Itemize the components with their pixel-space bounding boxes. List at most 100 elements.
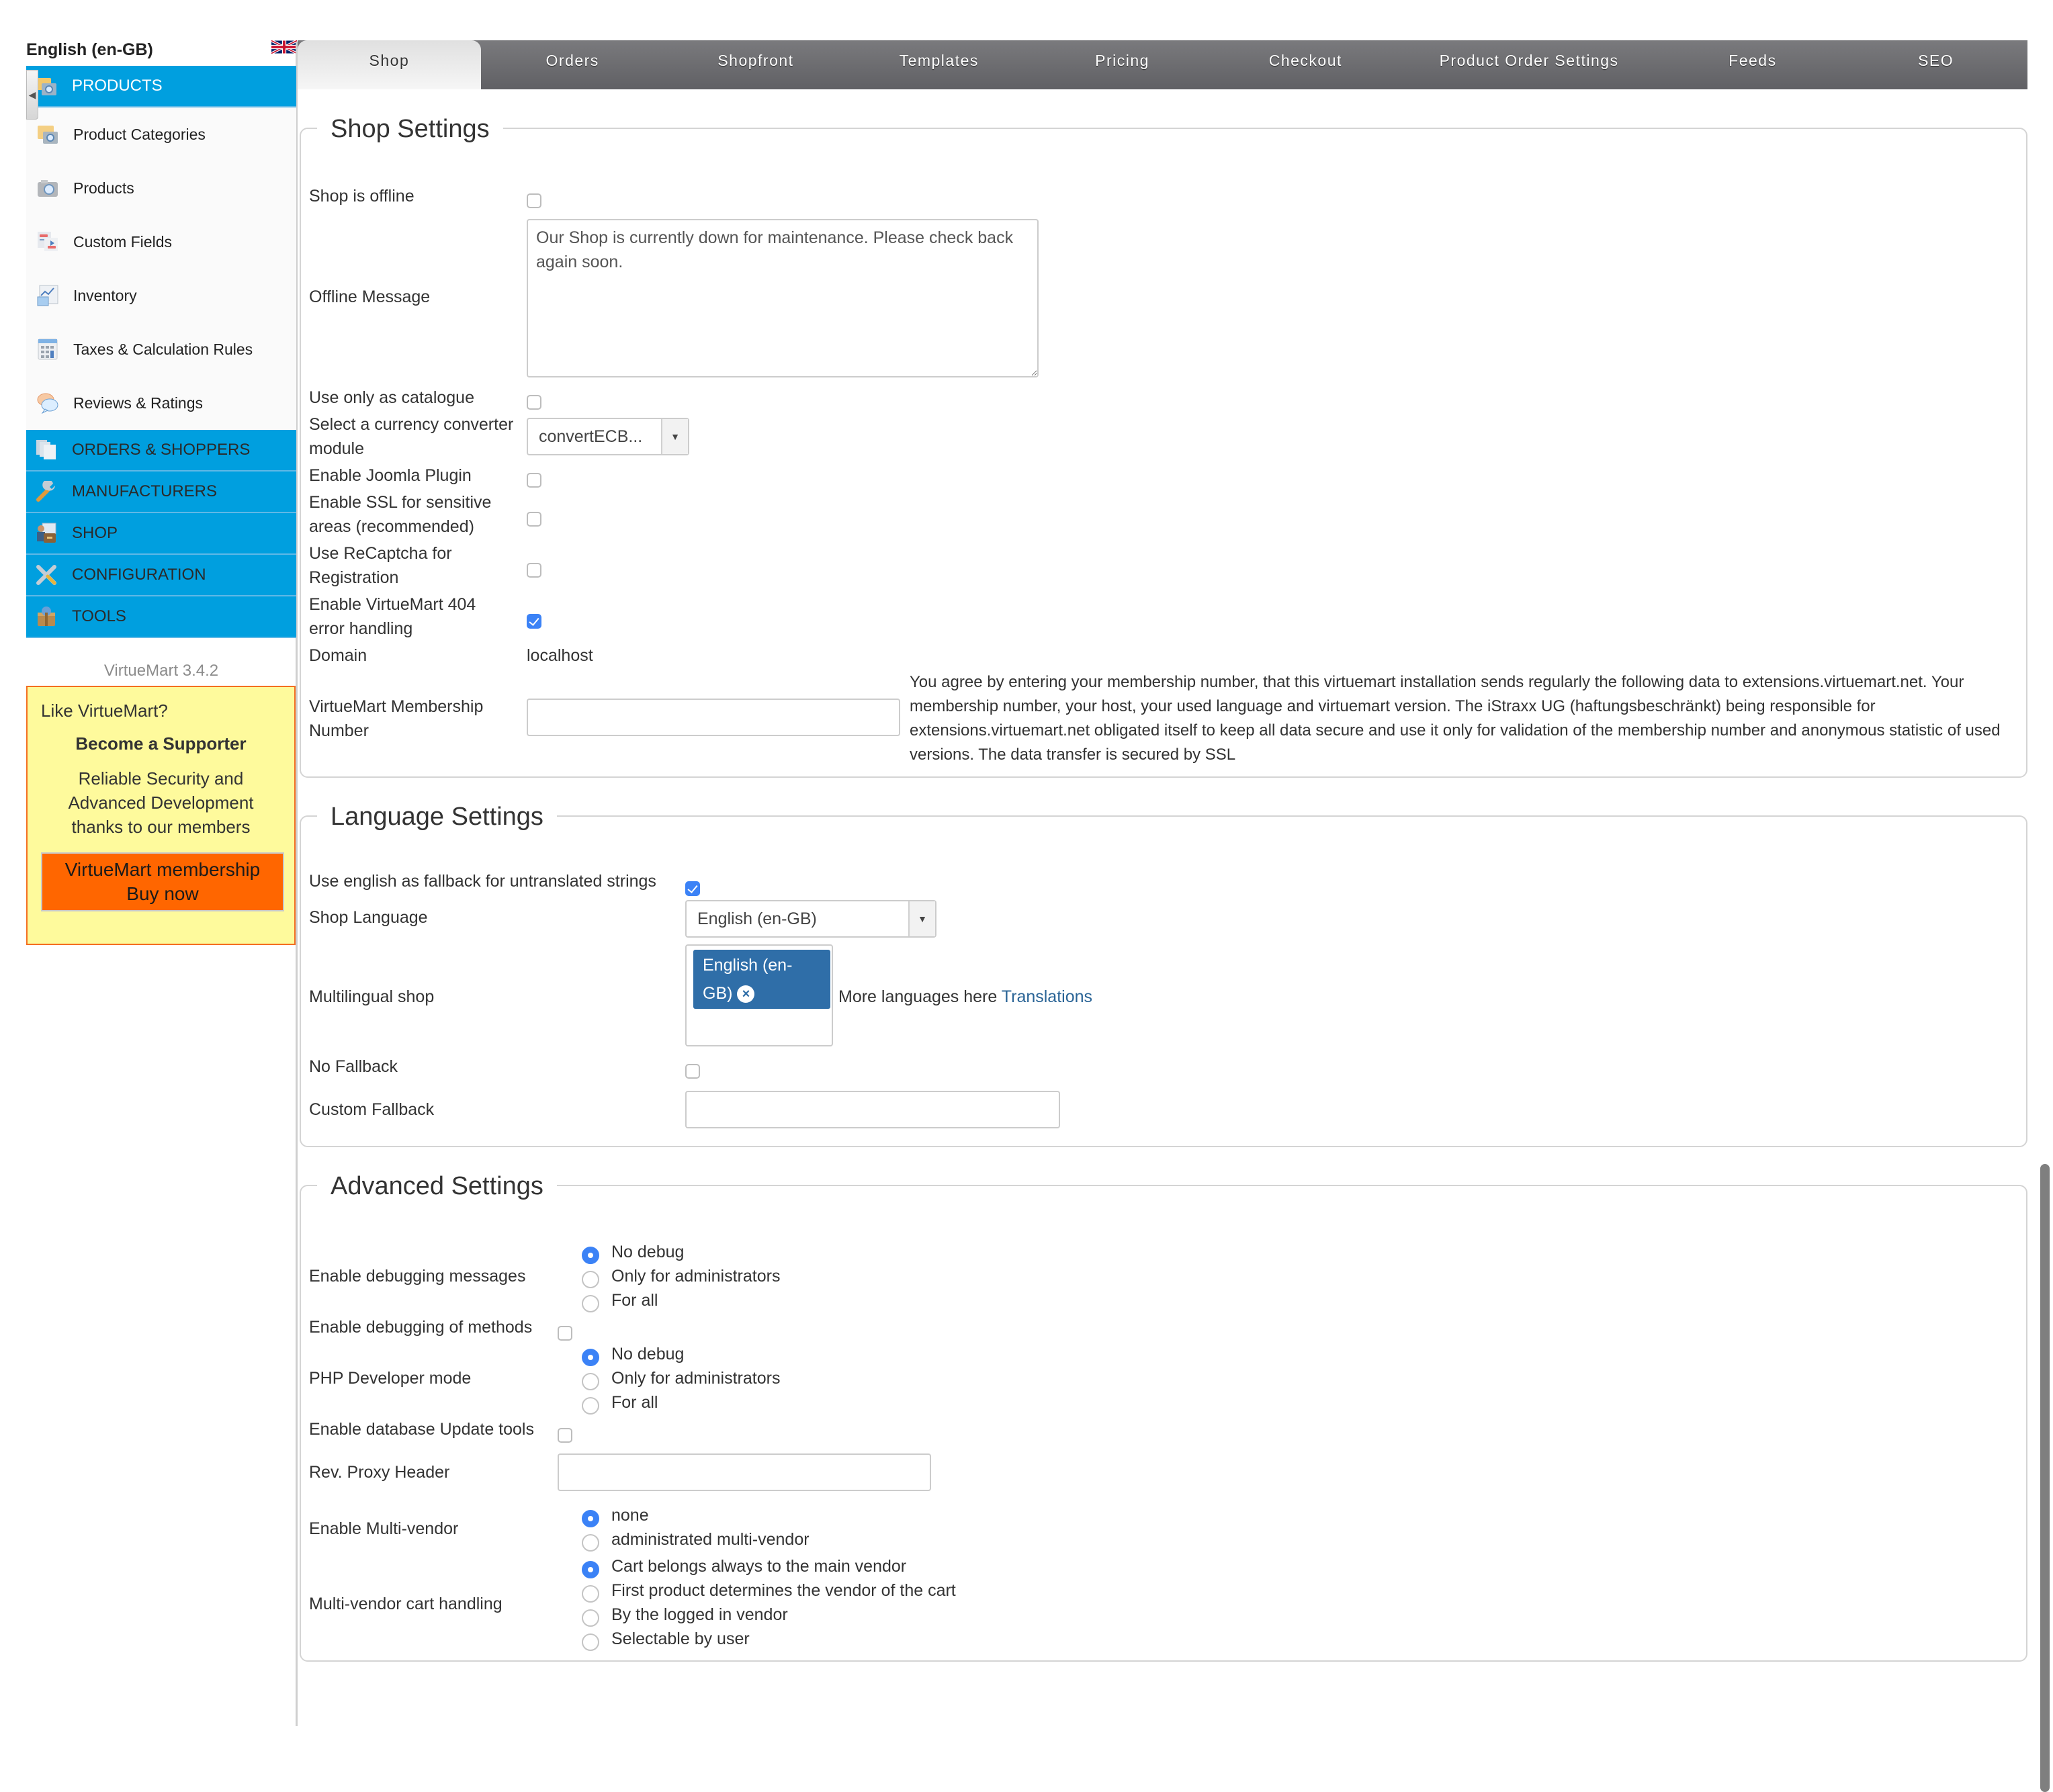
menu-section-tools[interactable]: TOOLS xyxy=(26,596,296,638)
advanced-settings-fieldset: Advanced Settings Enable debugging messa… xyxy=(300,1166,2027,1662)
menu-section-label: ORDERS & SHOPPERS xyxy=(72,441,251,459)
custom-fallback-input[interactable] xyxy=(685,1091,1060,1128)
multi-vendor-radio-administrated[interactable] xyxy=(582,1534,599,1552)
language-settings-fieldset: Language Settings Use english as fallbac… xyxy=(300,797,2027,1147)
tab-seo[interactable]: SEO xyxy=(1844,40,2027,89)
cart-handling-label: Multi-vendor cart handling xyxy=(309,1595,503,1613)
joomla-plugin-label: Enable Joomla Plugin xyxy=(309,466,472,485)
recaptcha-checkbox[interactable] xyxy=(527,563,541,578)
php-dev-radio-all[interactable] xyxy=(582,1397,599,1415)
tab-shopfront[interactable]: Shopfront xyxy=(664,40,848,89)
radio-label: For all xyxy=(611,1291,658,1310)
multi-vendor-radio-none[interactable] xyxy=(582,1510,599,1527)
menu-section-products[interactable]: PRODUCTS xyxy=(26,66,296,107)
cart-handling-radio-user-selectable[interactable] xyxy=(582,1633,599,1651)
remove-chip-icon[interactable]: × xyxy=(737,985,755,1003)
menu-section-orders-shoppers[interactable]: ORDERS & SHOPPERS xyxy=(26,430,296,472)
cart-handling-radio-first-product[interactable] xyxy=(582,1585,599,1603)
radio-label: By the logged in vendor xyxy=(611,1605,788,1624)
membership-number-input[interactable] xyxy=(527,699,900,736)
buy-button-line1: VirtueMart membership xyxy=(64,859,261,880)
rev-proxy-input[interactable] xyxy=(558,1453,931,1491)
documents-icon xyxy=(36,440,56,459)
menu-section-configuration[interactable]: CONFIGURATION xyxy=(26,555,296,596)
offline-message-textarea[interactable]: Our Shop is currently down for maintenan… xyxy=(527,219,1039,377)
tab-product-order-settings[interactable]: Product Order Settings xyxy=(1397,40,1661,89)
no-fallback-checkbox[interactable] xyxy=(685,1064,700,1079)
translations-link[interactable]: Translations xyxy=(1002,987,1092,1006)
cart-handling-radio-logged-vendor[interactable] xyxy=(582,1609,599,1627)
english-fallback-checkbox[interactable] xyxy=(685,881,700,896)
menu-section-label: SHOP xyxy=(72,524,118,542)
sidebar-item-label: Taxes & Calculation Rules xyxy=(73,340,253,358)
debug-methods-label: Enable debugging of methods xyxy=(309,1318,533,1337)
sidebar-menu: ◀ PRODUCTS Product Categories Products C… xyxy=(26,66,296,638)
ssl-checkbox[interactable] xyxy=(527,512,541,527)
radio-label: Only for administrators xyxy=(611,1369,781,1388)
menu-section-manufacturers[interactable]: MANUFACTURERS xyxy=(26,472,296,513)
php-dev-radio-admins[interactable] xyxy=(582,1373,599,1390)
sidebar-item-label: Product Categories xyxy=(73,125,206,143)
chart-icon xyxy=(37,285,58,306)
vertical-scrollbar[interactable] xyxy=(2040,1164,2050,1792)
debug-messages-radio-admins[interactable] xyxy=(582,1271,599,1288)
package-icon xyxy=(38,607,55,626)
catalogue-only-label: Use only as catalogue xyxy=(309,388,474,407)
sidebar-item-reviews[interactable]: Reviews & Ratings xyxy=(26,376,296,430)
camera-icon xyxy=(38,180,58,197)
menu-section-label: PRODUCTS xyxy=(72,77,163,95)
collapse-sidebar-toggle[interactable]: ◀ xyxy=(26,70,38,120)
error-404-checkbox[interactable] xyxy=(527,614,541,629)
shop-settings-legend: Shop Settings xyxy=(317,109,503,149)
supporter-box: Like VirtueMart? Become a Supporter Reli… xyxy=(26,686,296,945)
sidebar-item-inventory[interactable]: Inventory xyxy=(26,269,296,322)
english-fallback-label: Use english as fallback for untranslated… xyxy=(309,872,656,891)
catalogue-only-checkbox[interactable] xyxy=(527,395,541,410)
sidebar-item-taxes[interactable]: Taxes & Calculation Rules xyxy=(26,322,296,376)
menu-section-label: MANUFACTURERS xyxy=(72,482,218,500)
calculator-icon xyxy=(38,339,58,360)
tab-shop[interactable]: Shop xyxy=(298,40,481,89)
debug-methods-checkbox[interactable] xyxy=(558,1326,572,1341)
menu-section-label: CONFIGURATION xyxy=(72,566,206,584)
tab-pricing[interactable]: Pricing xyxy=(1031,40,1214,89)
buy-button-line2: Buy now xyxy=(126,883,199,904)
sidebar-item-products[interactable]: Products xyxy=(26,161,296,215)
tab-orders[interactable]: Orders xyxy=(481,40,664,89)
tab-templates[interactable]: Templates xyxy=(847,40,1031,89)
currency-converter-select[interactable]: convertECB... ▼ xyxy=(527,418,689,455)
multi-vendor-label: Enable Multi-vendor xyxy=(309,1519,459,1538)
debug-messages-radio-no-debug[interactable] xyxy=(582,1247,599,1264)
sidebar-item-custom-fields[interactable]: Custom Fields xyxy=(26,215,296,269)
php-dev-radio-no-debug[interactable] xyxy=(582,1349,599,1366)
tools-icon xyxy=(36,565,56,585)
cart-handling-radio-main-vendor[interactable] xyxy=(582,1561,599,1578)
debug-messages-radio-all[interactable] xyxy=(582,1295,599,1312)
sidebar-item-product-categories[interactable]: Product Categories xyxy=(26,107,296,161)
tab-feeds[interactable]: Feeds xyxy=(1661,40,1844,89)
more-languages-text: More languages here Translations xyxy=(838,985,1092,1009)
db-update-tools-checkbox[interactable] xyxy=(558,1428,572,1443)
radio-label: For all xyxy=(611,1393,658,1412)
supporter-heading: Become a Supporter xyxy=(75,733,247,754)
folder-camera-icon xyxy=(38,126,58,144)
shop-language-select[interactable]: English (en-GB) ▼ xyxy=(685,900,936,938)
chevron-down-icon: ▼ xyxy=(661,419,688,454)
radio-label: No debug xyxy=(611,1345,685,1363)
shop-briefcase-icon xyxy=(37,523,56,543)
more-languages-label: More languages here xyxy=(838,987,998,1006)
menu-section-shop[interactable]: SHOP xyxy=(26,513,296,555)
buy-membership-button[interactable]: VirtueMart membership Buy now xyxy=(41,852,284,911)
sidebar-item-label: Products xyxy=(73,179,134,197)
shop-offline-label: Shop is offline xyxy=(309,187,414,206)
shop-offline-checkbox[interactable] xyxy=(527,193,541,208)
joomla-plugin-checkbox[interactable] xyxy=(527,473,541,488)
products-submenu: Product Categories Products Custom Field… xyxy=(26,107,296,430)
multilingual-select[interactable]: English (en-GB) × xyxy=(685,944,833,1046)
menu-section-label: TOOLS xyxy=(72,607,126,625)
advanced-settings-legend: Advanced Settings xyxy=(317,1166,557,1206)
db-update-tools-label: Enable database Update tools xyxy=(309,1420,534,1439)
currency-converter-label: Select a currency converter module xyxy=(309,415,514,458)
tab-checkout[interactable]: Checkout xyxy=(1214,40,1397,89)
uk-flag-icon[interactable] xyxy=(271,39,297,55)
